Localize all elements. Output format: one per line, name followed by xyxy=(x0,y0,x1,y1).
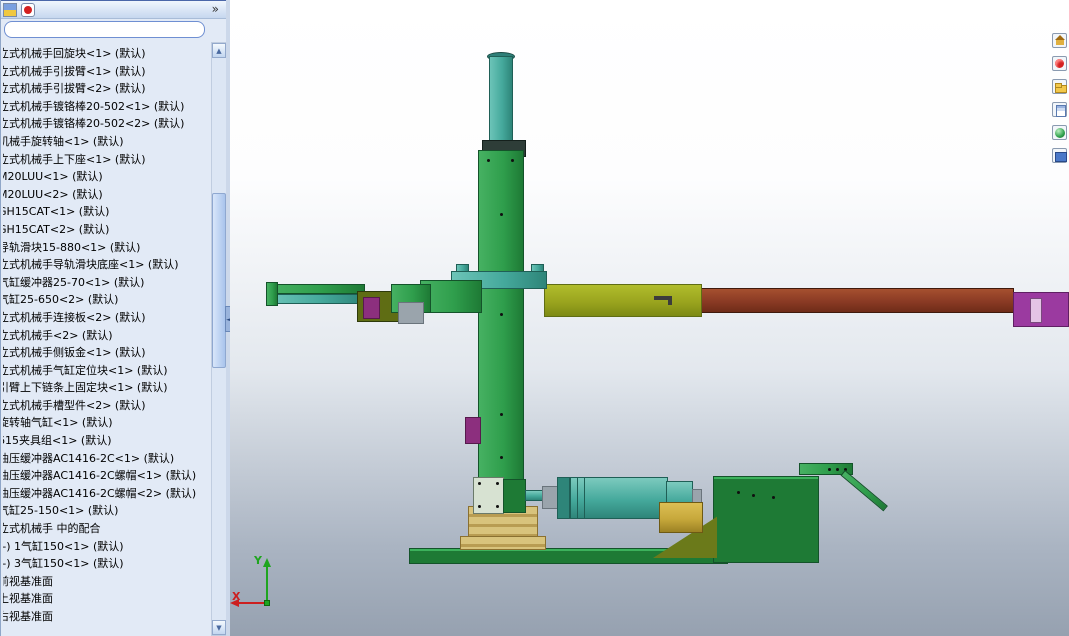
tree-item[interactable]: (-) 3气缸150<1> (默认) xyxy=(3,555,209,573)
triad-y-arrowhead xyxy=(263,558,271,567)
tree-item[interactable]: 立式机械手导轨滑块底座<1> (默认) xyxy=(3,256,209,274)
end-block-slot xyxy=(1030,298,1042,323)
part-gripper-fitting[interactable] xyxy=(398,302,424,324)
tree-item[interactable]: 旋转轴气缸<1> (默认) xyxy=(3,414,209,432)
part-rotary-back-block[interactable] xyxy=(503,479,526,513)
part-gripper-magenta[interactable] xyxy=(363,297,380,319)
part-diagonal-rod[interactable] xyxy=(840,470,888,512)
tree-item[interactable]: 机械手旋转轴<1> (默认) xyxy=(3,133,209,151)
scroll-down-button[interactable]: ▼ xyxy=(212,620,226,635)
tree-item[interactable]: 气缸缓冲器25-70<1> (默认) xyxy=(3,274,209,292)
bolt-hole xyxy=(500,413,503,416)
tree-item[interactable]: 前视基准面 xyxy=(3,573,209,591)
part-cylinder-flange[interactable] xyxy=(557,477,570,519)
bolt-hole xyxy=(496,482,499,485)
panel-tab-bar: » xyxy=(1,0,227,19)
scroll-thumb[interactable] xyxy=(212,193,226,368)
help-icon[interactable] xyxy=(1052,56,1067,71)
tree-item[interactable]: 立式机械手引拔臂<2> (默认) xyxy=(3,80,209,98)
graphics-viewport[interactable]: Y X xyxy=(230,0,1069,636)
panel-overflow-chevron[interactable]: » xyxy=(212,2,219,16)
tree-item[interactable]: 立式机械手回旋块<1> (默认) xyxy=(3,45,209,63)
bolt-hole xyxy=(500,213,503,216)
tree-item[interactable]: 上视基准面 xyxy=(3,590,209,608)
tree-item[interactable]: 615夹具组<1> (默认) xyxy=(3,432,209,450)
part-purple-end-block[interactable] xyxy=(1013,292,1069,327)
tree-item[interactable]: 立式机械手镀铬棒20-502<2> (默认) xyxy=(3,115,209,133)
bolt-hole xyxy=(511,159,514,162)
part-left-arm-cap[interactable] xyxy=(266,282,278,306)
panel-scrollbar[interactable]: ▲ ▼ xyxy=(211,42,227,636)
part-top-cylinder[interactable] xyxy=(489,56,513,144)
tree-item[interactable]: 立式机械手引拔臂<1> (默认) xyxy=(3,63,209,81)
tree-item[interactable]: 右视基准面 xyxy=(3,608,209,626)
bolt-hole xyxy=(500,456,503,459)
bolt-hole xyxy=(772,496,775,499)
tree-item[interactable]: 立式机械手 中的配合 xyxy=(3,520,209,538)
part-yellow-block[interactable] xyxy=(659,502,703,533)
triad-x-label: X xyxy=(232,590,241,603)
panel-header-box[interactable] xyxy=(4,21,205,38)
property-manager-tab-icon[interactable] xyxy=(21,3,35,17)
bolt-hole xyxy=(478,505,481,508)
tree-item[interactable]: GH15CAT<1> (默认) xyxy=(3,203,209,221)
bolt-hole xyxy=(500,313,503,316)
tree-item[interactable]: 油压缓冲器AC1416-2C螺帽<2> (默认) xyxy=(3,485,209,503)
tree-item[interactable]: 立式机械手上下座<1> (默认) xyxy=(3,151,209,169)
tree-item[interactable]: 立式机械手气缸定位块<1> (默认) xyxy=(3,362,209,380)
tree-item[interactable]: 立式机械手连接板<2> (默认) xyxy=(3,309,209,327)
tree-item[interactable]: M20LUU<1> (默认) xyxy=(3,168,209,186)
arm-slot xyxy=(668,296,672,305)
part-left-arm-upper[interactable] xyxy=(268,284,365,294)
tree-item[interactable]: 导轨滑块15-880<1> (默认) xyxy=(3,239,209,257)
part-long-brown-arm[interactable] xyxy=(698,288,1014,313)
part-cylinder-body[interactable] xyxy=(570,477,668,519)
application-window: » 立式机械手回旋块<1> (默认) 立式机械手引拔臂<1> (默认) 立式机械… xyxy=(0,0,1069,636)
tree-item[interactable]: M20LUU<2> (默认) xyxy=(3,186,209,204)
tree-item[interactable]: (-) 1气缸150<1> (默认) xyxy=(3,538,209,556)
feature-manager-tab-icon[interactable] xyxy=(3,3,17,17)
part-pillar-base-lip[interactable] xyxy=(460,536,546,550)
sphere-icon[interactable] xyxy=(1052,125,1067,140)
triad-x-axis xyxy=(239,602,267,604)
tree-item[interactable]: 立式机械手槽型件<2> (默认) xyxy=(3,397,209,415)
tree-item[interactable]: 立式机械手侧钣金<1> (默认) xyxy=(3,344,209,362)
part-right-plate[interactable] xyxy=(713,476,819,563)
part-slider-notch[interactable] xyxy=(456,264,469,272)
part-rotary-unit[interactable] xyxy=(473,477,504,514)
tree-item[interactable]: 油压缓冲器AC1416-2C螺帽<1> (默认) xyxy=(3,467,209,485)
triad-origin xyxy=(264,600,270,606)
triad-y-label: Y xyxy=(254,554,262,567)
bolt-hole xyxy=(737,491,740,494)
home-icon[interactable] xyxy=(1052,33,1067,48)
bolt-hole xyxy=(828,468,831,471)
part-left-arm-lower[interactable] xyxy=(268,294,365,304)
folder-icon[interactable] xyxy=(1052,79,1067,94)
tree-item[interactable]: 气缸25-650<2> (默认) xyxy=(3,291,209,309)
part-slider-notch[interactable] xyxy=(531,264,544,272)
bolt-hole xyxy=(836,468,839,471)
part-olive-arm[interactable] xyxy=(544,284,702,317)
document-icon[interactable] xyxy=(1052,102,1067,117)
feature-tree: 立式机械手回旋块<1> (默认) 立式机械手引拔臂<1> (默认) 立式机械手引… xyxy=(3,45,209,631)
triad-y-axis xyxy=(266,566,268,604)
tree-item[interactable]: 油压缓冲器AC1416-2C<1> (默认) xyxy=(3,450,209,468)
tree-item[interactable]: 引臂上下链条上固定块<1> (默认) xyxy=(3,379,209,397)
bolt-hole xyxy=(478,482,481,485)
tree-item[interactable]: GH15CAT<2> (默认) xyxy=(3,221,209,239)
part-vertical-column[interactable] xyxy=(478,150,524,483)
tree-item[interactable]: 立式机械手<2> (默认) xyxy=(3,327,209,345)
scroll-up-button[interactable]: ▲ xyxy=(212,43,226,58)
feature-manager-panel: » 立式机械手回旋块<1> (默认) 立式机械手引拔臂<1> (默认) 立式机械… xyxy=(0,0,227,636)
bolt-hole xyxy=(487,159,490,162)
part-purple-bracket[interactable] xyxy=(465,417,481,444)
bolt-hole xyxy=(496,505,499,508)
bolt-hole xyxy=(752,494,755,497)
task-pane-toolbar xyxy=(1051,33,1068,171)
display-icon[interactable] xyxy=(1052,148,1067,163)
tree-item[interactable]: 立式机械手镀铬棒20-502<1> (默认) xyxy=(3,98,209,116)
tree-item[interactable]: 气缸25-150<1> (默认) xyxy=(3,502,209,520)
